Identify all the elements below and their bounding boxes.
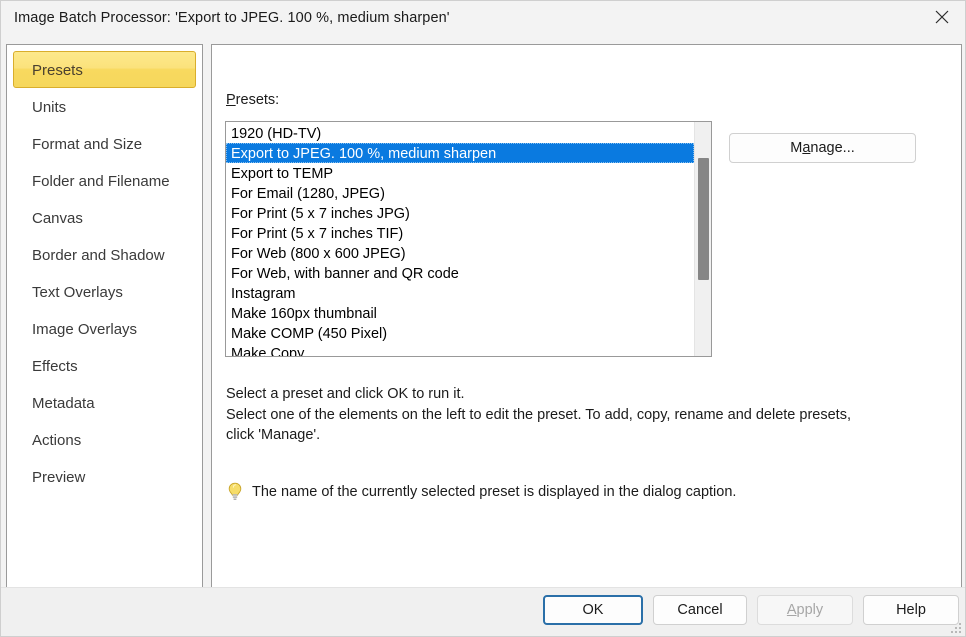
list-item[interactable]: Instagram bbox=[226, 283, 694, 303]
sidebar-item-preview[interactable]: Preview bbox=[13, 458, 196, 495]
dialog-body: Presets Units Format and Size Folder and… bbox=[1, 34, 965, 622]
cancel-button-label: Cancel bbox=[677, 602, 723, 618]
sidebar-item-units[interactable]: Units bbox=[13, 88, 196, 125]
list-item[interactable]: For Print (5 x 7 inches TIF) bbox=[226, 223, 694, 243]
content-panel: Presets: 1920 (HD-TV) Export to JPEG. 10… bbox=[211, 44, 962, 622]
resize-grip[interactable] bbox=[949, 621, 962, 634]
sidebar-item-text-overlays[interactable]: Text Overlays bbox=[13, 273, 196, 310]
sidebar-item-presets[interactable]: Presets bbox=[13, 51, 196, 88]
sidebar-item-border-and-shadow[interactable]: Border and Shadow bbox=[13, 236, 196, 273]
sidebar: Presets Units Format and Size Folder and… bbox=[6, 44, 203, 622]
presets-label-text: resets: bbox=[235, 92, 280, 108]
sidebar-item-label: Presets bbox=[32, 62, 83, 79]
list-item[interactable]: For Web (800 x 600 JPEG) bbox=[226, 243, 694, 263]
manage-button-suffix: nage... bbox=[810, 140, 855, 156]
list-item[interactable]: 1920 (HD-TV) bbox=[226, 123, 694, 143]
sidebar-item-label: Canvas bbox=[32, 210, 83, 227]
sidebar-item-image-overlays[interactable]: Image Overlays bbox=[13, 310, 196, 347]
manage-button-prefix: M bbox=[790, 140, 803, 156]
ok-button-label: OK bbox=[582, 602, 604, 618]
list-item[interactable]: Make 160px thumbnail bbox=[226, 303, 694, 323]
presets-label: Presets: bbox=[226, 92, 279, 108]
description-text: Select a preset and click OK to run it. … bbox=[226, 384, 936, 446]
sidebar-item-label: Metadata bbox=[32, 395, 95, 412]
help-button-label: Help bbox=[896, 602, 926, 618]
list-item[interactable]: Export to TEMP bbox=[226, 163, 694, 183]
sidebar-item-folder-and-filename[interactable]: Folder and Filename bbox=[13, 162, 196, 199]
apply-button: Apply bbox=[757, 595, 853, 625]
footer: OK Cancel Apply Help bbox=[1, 587, 965, 636]
sidebar-item-label: Effects bbox=[32, 358, 78, 375]
scrollbar-vertical[interactable] bbox=[694, 122, 711, 356]
presets-listbox[interactable]: 1920 (HD-TV) Export to JPEG. 100 %, medi… bbox=[225, 121, 712, 357]
description-line-2: Select one of the elements on the left t… bbox=[226, 406, 851, 423]
manage-button[interactable]: Ma nage... bbox=[729, 133, 916, 163]
sidebar-item-label: Actions bbox=[32, 432, 82, 449]
title-bar: Image Batch Processor: 'Export to JPEG. … bbox=[1, 1, 965, 34]
scrollbar-thumb[interactable] bbox=[698, 158, 709, 280]
sidebar-item-actions[interactable]: Actions bbox=[13, 421, 196, 458]
presets-label-accel: P bbox=[226, 92, 236, 108]
ok-button[interactable]: OK bbox=[543, 595, 643, 625]
sidebar-item-label: Folder and Filename bbox=[32, 173, 170, 190]
presets-list: 1920 (HD-TV) Export to JPEG. 100 %, medi… bbox=[226, 122, 694, 356]
window-title: Image Batch Processor: 'Export to JPEG. … bbox=[14, 9, 450, 26]
sidebar-item-canvas[interactable]: Canvas bbox=[13, 199, 196, 236]
sidebar-item-metadata[interactable]: Metadata bbox=[13, 384, 196, 421]
sidebar-item-label: Preview bbox=[32, 469, 86, 486]
sidebar-item-effects[interactable]: Effects bbox=[13, 347, 196, 384]
sidebar-item-label: Format and Size bbox=[32, 136, 143, 153]
tip-text: The name of the currently selected prese… bbox=[252, 484, 737, 500]
manage-button-accel: a bbox=[802, 140, 811, 156]
sidebar-item-label: Text Overlays bbox=[32, 284, 123, 301]
sidebar-item-label: Image Overlays bbox=[32, 321, 138, 338]
list-item[interactable]: Make Copy bbox=[226, 343, 694, 356]
sidebar-item-label: Border and Shadow bbox=[32, 247, 165, 264]
apply-button-accel: A bbox=[786, 602, 797, 618]
list-item[interactable]: For Email (1280, JPEG) bbox=[226, 183, 694, 203]
cancel-button[interactable]: Cancel bbox=[653, 595, 747, 625]
sidebar-item-label: Units bbox=[32, 99, 67, 116]
dialog-window: Image Batch Processor: 'Export to JPEG. … bbox=[0, 0, 966, 637]
list-item[interactable]: For Web, with banner and QR code bbox=[226, 263, 694, 283]
description-line-3: click 'Manage'. bbox=[226, 427, 321, 443]
sidebar-item-format-and-size[interactable]: Format and Size bbox=[13, 125, 196, 162]
help-button[interactable]: Help bbox=[863, 595, 959, 625]
list-item[interactable]: Make COMP (450 Pixel) bbox=[226, 323, 694, 343]
apply-button-label: pply bbox=[796, 602, 824, 618]
lightbulb-icon bbox=[225, 481, 245, 503]
list-item[interactable]: Export to JPEG. 100 %, medium sharpen bbox=[226, 143, 694, 163]
description-line-1: Select a preset and click OK to run it. bbox=[226, 386, 465, 402]
close-icon[interactable] bbox=[919, 1, 965, 33]
tip-row: The name of the currently selected prese… bbox=[225, 481, 736, 503]
list-item[interactable]: For Print (5 x 7 inches JPG) bbox=[226, 203, 694, 223]
